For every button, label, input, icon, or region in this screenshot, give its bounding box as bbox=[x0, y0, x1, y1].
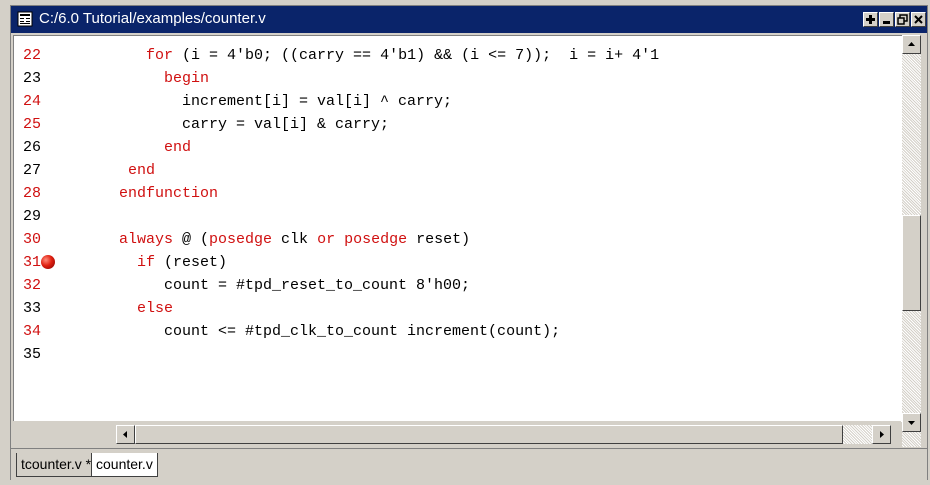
code-text: endfunction bbox=[119, 182, 218, 205]
line-number: 30 bbox=[23, 231, 42, 248]
horizontal-scroll-area bbox=[13, 421, 901, 447]
keyword-token: else bbox=[137, 300, 174, 317]
line-number: 28 bbox=[23, 185, 42, 202]
code-text: carry = val[i] & carry; bbox=[119, 113, 389, 136]
breakpoint-icon[interactable] bbox=[41, 255, 55, 269]
line-number: 27 bbox=[23, 162, 42, 179]
code-line[interactable]: 35 bbox=[14, 343, 894, 366]
close-icon[interactable] bbox=[911, 12, 926, 27]
restore-icon[interactable] bbox=[895, 12, 910, 27]
code-line[interactable]: 23 begin bbox=[14, 67, 894, 90]
keyword-token: always bbox=[119, 231, 174, 248]
code-line[interactable]: 28 endfunction bbox=[14, 182, 894, 205]
scroll-left-icon[interactable] bbox=[116, 425, 135, 444]
code-token: clk bbox=[272, 231, 318, 248]
line-number: 33 bbox=[23, 300, 42, 317]
code-token: carry = val[i] & carry; bbox=[119, 116, 390, 133]
code-token: count = #tpd_reset_to_count 8'h00; bbox=[119, 277, 471, 294]
code-line[interactable]: 31 if (reset) bbox=[14, 251, 894, 274]
line-number: 26 bbox=[23, 139, 42, 156]
document-icon bbox=[17, 11, 33, 27]
line-number: 22 bbox=[23, 47, 42, 64]
source-window: C:/6.0 Tutorial/examples/counter.v 22 fo… bbox=[10, 5, 928, 480]
tab-tcounter[interactable]: tcounter.v * bbox=[16, 453, 97, 477]
line-number: 24 bbox=[23, 93, 42, 110]
code-token: reset) bbox=[407, 231, 471, 248]
code-text: if (reset) bbox=[119, 251, 227, 274]
line-number: 32 bbox=[23, 277, 42, 294]
file-tab-bar: tcounter.v * counter.v bbox=[11, 448, 927, 480]
code-text: else bbox=[119, 297, 173, 320]
title-bar[interactable]: C:/6.0 Tutorial/examples/counter.v bbox=[11, 6, 927, 33]
horizontal-scroll-thumb[interactable] bbox=[135, 425, 843, 444]
code-line[interactable]: 26 end bbox=[14, 136, 894, 159]
minimize-icon[interactable] bbox=[879, 12, 894, 27]
tab-counter[interactable]: counter.v bbox=[91, 453, 158, 477]
scroll-up-icon[interactable] bbox=[902, 35, 921, 54]
keyword-token: posedge bbox=[209, 231, 273, 248]
horizontal-scrollbar[interactable] bbox=[116, 425, 891, 444]
line-number: 29 bbox=[23, 208, 42, 225]
code-text: always @ (posedge clk or posedge reset) bbox=[119, 228, 470, 251]
code-token: count <= #tpd_clk_to_count increment(cou… bbox=[119, 323, 561, 340]
code-line[interactable]: 25 carry = val[i] & carry; bbox=[14, 113, 894, 136]
scroll-right-icon[interactable] bbox=[872, 425, 891, 444]
line-number: 23 bbox=[23, 70, 42, 87]
keyword-token: end bbox=[128, 162, 156, 179]
code-token: increment[i] = val[i] ^ carry; bbox=[119, 93, 453, 110]
code-text: count = #tpd_reset_to_count 8'h00; bbox=[119, 274, 470, 297]
code-text: end bbox=[119, 136, 191, 159]
code-line[interactable]: 33 else bbox=[14, 297, 894, 320]
code-line[interactable]: 27 end bbox=[14, 159, 894, 182]
keyword-token: or bbox=[317, 231, 336, 248]
keyword-token: posedge bbox=[344, 231, 408, 248]
code-text: increment[i] = val[i] ^ carry; bbox=[119, 90, 452, 113]
line-number: 34 bbox=[23, 323, 42, 340]
keyword-token: for bbox=[146, 47, 174, 64]
line-number: 25 bbox=[23, 116, 42, 133]
code-line[interactable]: 34 count <= #tpd_clk_to_count increment(… bbox=[14, 320, 894, 343]
code-editor[interactable]: 22 for (i = 4'b0; ((carry == 4'b1) && (i… bbox=[13, 35, 902, 422]
keyword-token: if bbox=[137, 254, 156, 271]
code-token: @ ( bbox=[173, 231, 210, 248]
code-token: (reset) bbox=[155, 254, 228, 271]
code-text: count <= #tpd_clk_to_count increment(cou… bbox=[119, 320, 560, 343]
line-number: 35 bbox=[23, 346, 42, 363]
code-text: end bbox=[119, 159, 155, 182]
code-line[interactable]: 30 always @ (posedge clk or posedge reset… bbox=[14, 228, 894, 251]
code-text: begin bbox=[119, 67, 209, 90]
resize-grip[interactable] bbox=[902, 432, 921, 447]
scroll-down-icon[interactable] bbox=[902, 413, 921, 432]
keyword-token: begin bbox=[164, 70, 210, 87]
vertical-scroll-thumb[interactable] bbox=[902, 215, 921, 311]
code-line[interactable]: 22 for (i = 4'b0; ((carry == 4'b1) && (i… bbox=[14, 44, 894, 67]
keyword-token: endfunction bbox=[119, 185, 219, 202]
code-line[interactable]: 32 count = #tpd_reset_to_count 8'h00; bbox=[14, 274, 894, 297]
keyword-token: end bbox=[164, 139, 192, 156]
code-line[interactable]: 29 bbox=[14, 205, 894, 228]
code-line[interactable]: 24 increment[i] = val[i] ^ carry; bbox=[14, 90, 894, 113]
maximize-plus-icon[interactable] bbox=[863, 12, 878, 27]
window-title: C:/6.0 Tutorial/examples/counter.v bbox=[39, 10, 266, 27]
code-text: for (i = 4'b0; ((carry == 4'b1) && (i <=… bbox=[119, 44, 659, 67]
code-token: (i = 4'b0; ((carry == 4'b1) && (i <= 7))… bbox=[173, 47, 660, 64]
vertical-scrollbar[interactable] bbox=[902, 35, 921, 432]
